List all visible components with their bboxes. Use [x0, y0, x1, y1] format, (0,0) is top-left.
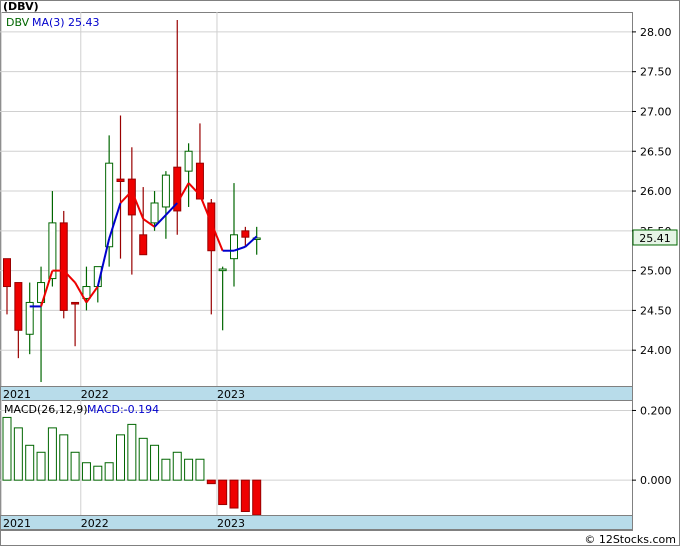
- candle-body: [230, 234, 238, 260]
- macd-bar: [150, 444, 160, 481]
- macd-bar: [25, 444, 35, 481]
- macd-bar: [47, 427, 57, 481]
- candle-body: [14, 282, 23, 331]
- price-tick-label: 26.50: [640, 145, 672, 158]
- candle-body: [71, 301, 80, 305]
- price-panel: [0, 12, 633, 401]
- price-tick-label: 24.00: [640, 344, 672, 357]
- macd-label: MACD(26,12,9): [4, 403, 88, 416]
- candle-body: [59, 222, 68, 311]
- candle-body: [139, 234, 148, 256]
- candle-body: [150, 202, 159, 224]
- year-label: 2023: [217, 517, 245, 530]
- candle-body: [161, 174, 170, 208]
- macd-bar: [184, 458, 194, 481]
- macd-bar: [70, 451, 80, 481]
- macd-bar: [127, 423, 137, 481]
- price-tick-label: 25.00: [640, 265, 672, 278]
- ticker-title: (DBV): [3, 0, 39, 13]
- macd-bar: [229, 479, 239, 509]
- candle-body: [116, 178, 125, 182]
- candle: [59, 210, 68, 319]
- candle-body: [218, 268, 227, 272]
- watermark: © 12Stocks.com: [584, 533, 676, 546]
- candle-body: [241, 230, 250, 238]
- year-label: 2023: [217, 388, 245, 401]
- legend-ma-value: 25.43: [68, 16, 100, 29]
- legend-ma-label: MA(3): [32, 16, 65, 29]
- macd-bar: [161, 458, 171, 481]
- year-label: 2021: [3, 388, 31, 401]
- macd-bar: [116, 434, 125, 481]
- price-tick-label: 27.50: [640, 66, 672, 79]
- macd-tick-label: 0.200: [640, 404, 672, 417]
- price-tick-label: 24.50: [640, 304, 672, 317]
- year-label: 2022: [81, 388, 109, 401]
- legend-symbol: DBV: [6, 16, 30, 29]
- macd-bar: [218, 479, 228, 506]
- macd-bar: [81, 462, 91, 481]
- price-tick-label: 26.00: [640, 185, 672, 198]
- macd-bar: [240, 479, 250, 513]
- last-price-value: 25.41: [639, 232, 671, 245]
- macd-bar: [93, 465, 103, 481]
- year-label: 2021: [3, 517, 31, 530]
- macd-bar: [13, 427, 23, 481]
- chart-canvas: 24.0024.5025.0025.5026.0026.5027.0027.50…: [0, 0, 680, 546]
- macd-tick-label: 0.000: [640, 474, 672, 487]
- last-price-tag: 25.41: [632, 229, 678, 246]
- macd-bar: [195, 458, 205, 481]
- macd-bar: [104, 462, 114, 481]
- year-label: 2022: [81, 517, 109, 530]
- macd-panel: [0, 400, 633, 531]
- macd-bar: [172, 451, 182, 481]
- macd-bar: [138, 437, 148, 481]
- macd-value: MACD:-0.194: [87, 403, 159, 416]
- candle-body: [184, 150, 193, 172]
- macd-bar: [2, 416, 12, 481]
- price-tick-label: 27.00: [640, 105, 672, 118]
- price-tick-label: 28.00: [640, 26, 672, 39]
- macd-bar: [206, 479, 216, 485]
- candle-body: [3, 258, 11, 288]
- macd-bar: [59, 434, 69, 481]
- macd-bar: [36, 451, 46, 481]
- macd-bar: [252, 479, 262, 516]
